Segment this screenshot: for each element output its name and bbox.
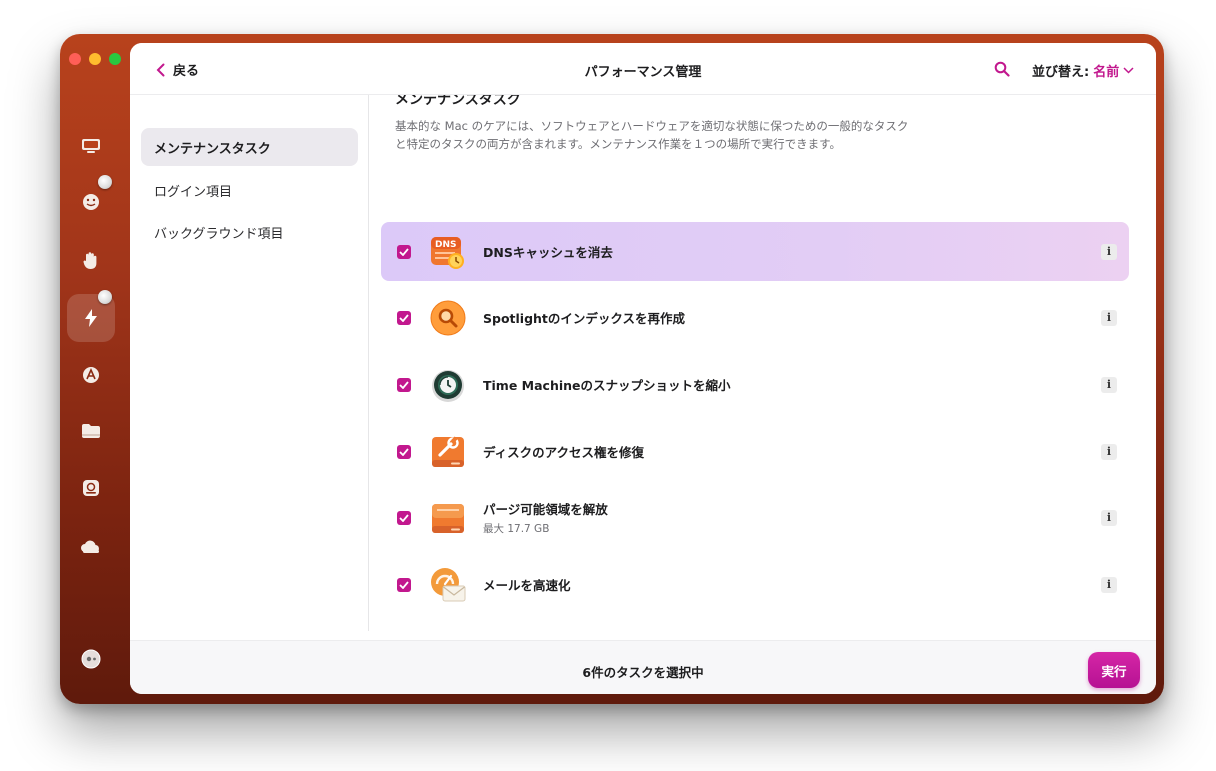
assistant-icon[interactable] — [80, 648, 102, 670]
sidebar-item-label: バックグラウンド項目 — [154, 226, 284, 242]
info-icon[interactable]: i — [1101, 576, 1117, 593]
search-icon[interactable] — [994, 61, 1010, 77]
sort-label: 並び替え: — [1032, 65, 1090, 80]
app-window: 戻る パフォーマンス管理 並び替え: 名前 メンテナンスタスク ログイン項目 バ… — [60, 34, 1164, 704]
window-controls — [69, 53, 121, 65]
sort-control: 並び替え: 名前 — [1032, 61, 1134, 80]
dns-icon: DNS — [429, 233, 467, 271]
notification-badge — [98, 290, 112, 304]
mail-speed-icon — [429, 566, 467, 604]
sidebar: メンテナンスタスク ログイン項目 バックグラウンド項目 — [130, 95, 369, 631]
task-checkbox[interactable] — [397, 577, 411, 592]
task-label: Spotlightのインデックスを再作成 — [483, 311, 686, 326]
disk-drive-icon — [429, 499, 467, 537]
task-row-disk-permissions[interactable]: ディスクのアクセス権を修復 i — [381, 422, 1129, 481]
sort-value: 名前 — [1093, 65, 1120, 80]
chevron-down-icon — [1123, 67, 1134, 74]
footer-bar: 6件のタスクを選択中 実行 — [130, 640, 1156, 694]
sidebar-item-login-items[interactable]: ログイン項目 — [141, 171, 358, 209]
task-label: ディスクのアクセス権を修復 — [483, 445, 645, 460]
info-icon[interactable]: i — [1101, 309, 1117, 326]
info-icon[interactable]: i — [1101, 243, 1117, 260]
zoom-window-button[interactable] — [109, 53, 121, 65]
cloud-icon[interactable] — [80, 536, 102, 558]
info-icon[interactable]: i — [1101, 376, 1117, 393]
wrench-disk-icon — [429, 433, 467, 471]
section-title: メンテナンスタスク — [395, 95, 521, 108]
task-row-purgeable-space[interactable]: パージ可能領域を解放 最大 17.7 GB i — [381, 488, 1129, 547]
info-icon[interactable]: i — [1101, 509, 1117, 526]
sort-dropdown[interactable]: 名前 — [1093, 61, 1134, 80]
apps-icon[interactable] — [80, 364, 102, 386]
task-label: メールを高速化 — [483, 578, 571, 593]
task-row-time-machine[interactable]: Time Machineのスナップショットを縮小 i — [381, 355, 1129, 414]
task-checkbox[interactable] — [397, 444, 411, 459]
time-machine-icon — [429, 366, 467, 404]
disk-icon[interactable] — [80, 477, 102, 499]
task-checkbox[interactable] — [397, 310, 411, 325]
task-row-spotlight[interactable]: Spotlightのインデックスを再作成 i — [381, 288, 1129, 347]
sidebar-item-background-items[interactable]: バックグラウンド項目 — [141, 213, 358, 251]
lightning-icon[interactable] — [80, 307, 102, 329]
sidebar-item-maintenance[interactable]: メンテナンスタスク — [141, 128, 358, 166]
smiley-icon[interactable] — [80, 191, 102, 213]
task-checkbox[interactable] — [397, 244, 411, 259]
section-description: 基本的な Mac のケアには、ソフトウェアとハードウェアを適切な状態に保つための… — [395, 119, 909, 151]
notification-badge — [98, 175, 112, 189]
task-checkbox[interactable] — [397, 377, 411, 392]
sidebar-item-label: メンテナンスタスク — [154, 141, 271, 157]
task-list-pane: メンテナンスタスク 基本的な Mac のケアには、ソフトウェアとハードウェアを適… — [370, 95, 1156, 631]
task-label: パージ可能領域を解放 — [483, 502, 608, 517]
task-row-dns[interactable]: DNS DNSキャッシュを消去 i — [381, 222, 1129, 281]
minimize-window-button[interactable] — [89, 53, 101, 65]
task-row-speed-up-mail[interactable]: メールを高速化 i — [381, 555, 1129, 614]
sidebar-item-label: ログイン項目 — [154, 184, 233, 200]
hand-icon[interactable] — [80, 250, 102, 272]
folder-icon[interactable] — [80, 420, 102, 442]
toolbar: 戻る パフォーマンス管理 並び替え: 名前 — [130, 43, 1156, 95]
run-button[interactable]: 実行 — [1088, 652, 1140, 688]
close-window-button[interactable] — [69, 53, 81, 65]
task-checkbox[interactable] — [397, 510, 411, 525]
task-label: DNSキャッシュを消去 — [483, 245, 613, 260]
main-panel: 戻る パフォーマンス管理 並び替え: 名前 メンテナンスタスク ログイン項目 バ… — [130, 43, 1156, 694]
monitor-icon[interactable] — [80, 135, 102, 157]
selection-status: 6件のタスクを選択中 — [582, 665, 704, 680]
spotlight-icon — [429, 299, 467, 337]
dns-icon-text: DNS — [435, 240, 457, 250]
task-label: Time Machineのスナップショットを縮小 — [483, 378, 731, 393]
task-sublabel: 最大 17.7 GB — [483, 523, 550, 535]
info-icon[interactable]: i — [1101, 443, 1117, 460]
